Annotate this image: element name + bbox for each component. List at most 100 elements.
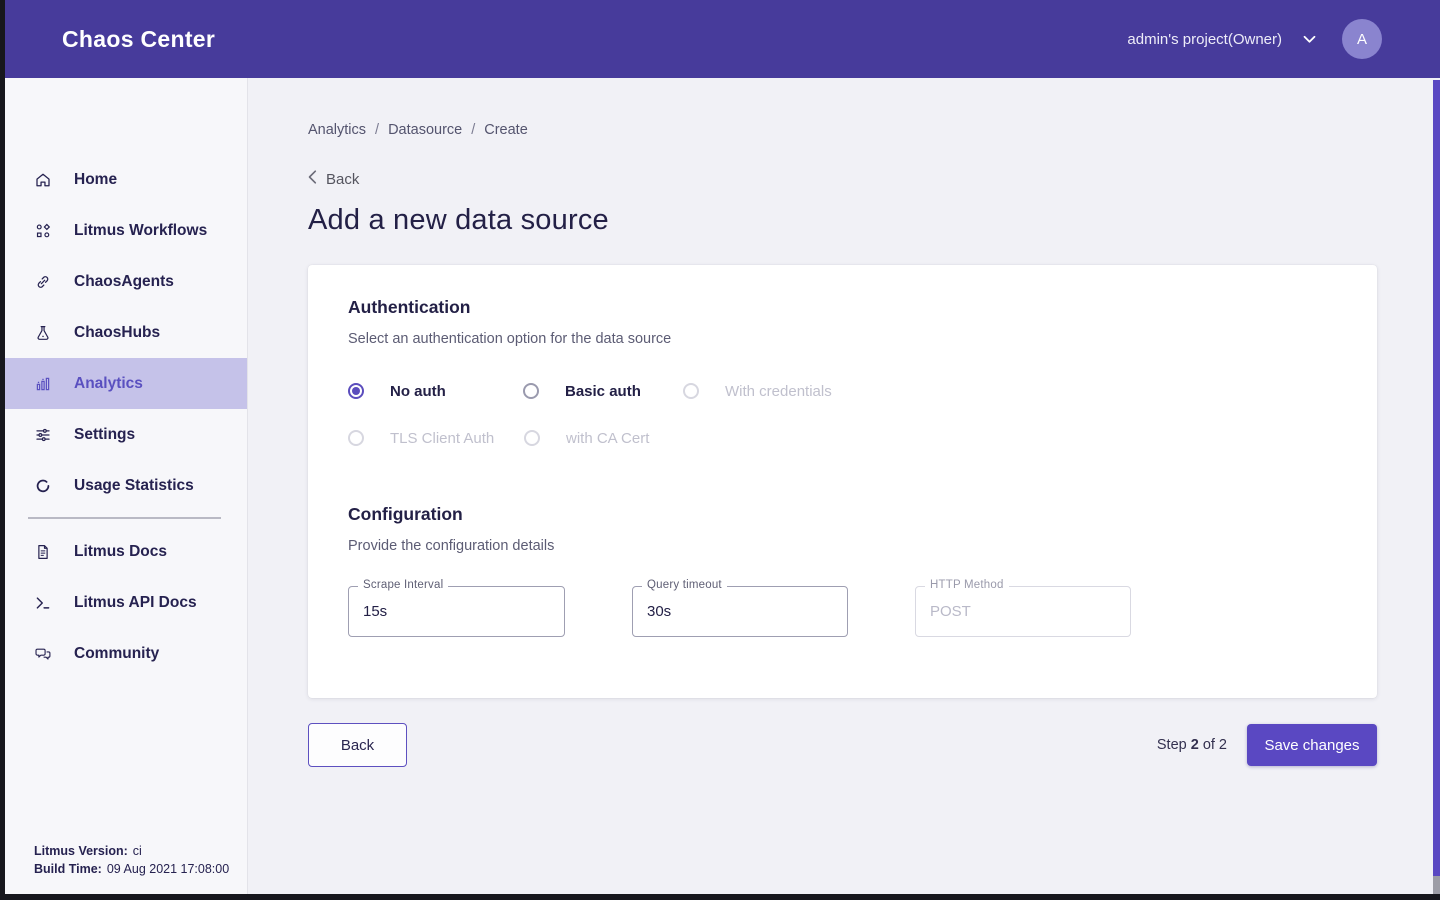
sidebar-item-label: Community — [74, 645, 159, 663]
sidebar-secondary-nav: Litmus Docs Litmus API Docs Community — [5, 526, 247, 679]
save-changes-button[interactable]: Save changes — [1247, 724, 1377, 766]
project-selector-label: admin's project(Owner) — [1127, 31, 1282, 48]
field-value: 15s — [363, 603, 387, 620]
usage-icon — [34, 477, 52, 495]
radio-icon — [348, 430, 364, 446]
sidebar-item-litmus-api-docs[interactable]: Litmus API Docs — [5, 577, 247, 628]
main-content: Analytics / Datasource / Create / Back A… — [248, 78, 1440, 894]
sidebar-item-settings[interactable]: Settings — [5, 409, 247, 460]
window-edge-left — [0, 0, 5, 900]
auth-option-label: with CA Cert — [566, 430, 649, 447]
config-field-query-timeout[interactable]: Query timeout 30s — [632, 586, 848, 637]
agents-icon — [34, 273, 52, 291]
auth-option-label: TLS Client Auth — [390, 430, 494, 447]
sidebar-item-label: Litmus Docs — [74, 543, 167, 561]
breadcrumb-link[interactable]: Datasource — [388, 122, 462, 138]
breadcrumb-link[interactable]: Analytics — [308, 122, 366, 138]
auth-options-row-1: No auth Basic auth With credentials — [348, 379, 1337, 403]
item: Analytics / — [308, 122, 379, 138]
authentication-subtitle: Select an authentication option for the … — [348, 331, 1337, 347]
scrollbar[interactable] — [1433, 80, 1440, 876]
sidebar-item-label: Litmus Workflows — [74, 222, 207, 240]
auth-option-with-credentials[interactable]: With credentials — [683, 383, 832, 400]
sidebar-item-chaoshubs[interactable]: ChaosHubs — [5, 307, 247, 358]
authentication-heading: Authentication — [348, 297, 1337, 318]
back-link-label: Back — [326, 171, 359, 188]
config-fields: Scrape Interval 15s Query timeout 30s HT… — [348, 586, 1337, 637]
field-label: HTTP Method — [925, 579, 1009, 591]
auth-option-no-auth[interactable]: No auth — [348, 383, 523, 400]
sidebar-item-label: Usage Statistics — [74, 477, 194, 495]
sidebar-item-label: ChaosAgents — [74, 273, 174, 291]
auth-option-basic-auth[interactable]: Basic auth — [523, 383, 683, 400]
auth-option-label: Basic auth — [565, 383, 641, 400]
datasource-form-card: Authentication Select an authentication … — [308, 265, 1377, 698]
workflows-icon — [34, 222, 52, 240]
step-indicator: Step 2 of 2 — [1157, 737, 1227, 753]
field-label: Scrape Interval — [358, 579, 448, 591]
radio-icon — [523, 383, 539, 399]
header-right: admin's project(Owner) A — [1127, 19, 1382, 59]
item: Datasource / — [388, 122, 475, 138]
radio-icon — [348, 383, 364, 399]
back-button[interactable]: Back — [308, 723, 407, 767]
sidebar-item-label: Settings — [74, 426, 135, 444]
breadcrumb-separator: / — [471, 122, 475, 138]
build-time: Build Time: 09 Aug 2021 17:08:00 — [34, 860, 229, 878]
configuration-subtitle: Provide the configuration details — [348, 538, 1337, 554]
breadcrumb-link[interactable]: Create — [484, 122, 528, 138]
sidebar-item-usage-statistics[interactable]: Usage Statistics — [5, 460, 247, 511]
radio-icon — [683, 383, 699, 399]
home-icon — [34, 171, 52, 189]
sidebar-primary-nav: Home Litmus Workflows ChaosAgents ChaosH… — [5, 154, 247, 511]
scrollbar-corner — [1433, 876, 1440, 894]
sidebar-item-litmus-docs[interactable]: Litmus Docs — [5, 526, 247, 577]
sidebar: Home Litmus Workflows ChaosAgents ChaosH… — [5, 78, 248, 894]
config-field-scrape-interval[interactable]: Scrape Interval 15s — [348, 586, 565, 637]
avatar[interactable]: A — [1342, 19, 1382, 59]
sidebar-item-community[interactable]: Community — [5, 628, 247, 679]
litmus-version-value: ci — [133, 842, 142, 860]
step-prefix: Step — [1157, 737, 1187, 753]
docs-icon — [34, 543, 52, 561]
app-title: Chaos Center — [62, 26, 215, 53]
radio-icon — [524, 430, 540, 446]
page-title: Add a new data source — [308, 204, 1440, 237]
sidebar-item-label: ChaosHubs — [74, 324, 160, 342]
build-time-value: 09 Aug 2021 17:08:00 — [107, 860, 229, 878]
app-header: Chaos Center admin's project(Owner) A — [0, 0, 1440, 78]
step-suffix: of 2 — [1203, 737, 1227, 753]
field-value: 30s — [647, 603, 671, 620]
breadcrumb: Analytics / Datasource / Create / — [308, 122, 1440, 138]
community-icon — [34, 645, 52, 663]
project-selector[interactable]: admin's project(Owner) — [1127, 31, 1316, 48]
chevron-left-icon — [308, 170, 317, 189]
version-info: Litmus Version: ci Build Time: 09 Aug 20… — [34, 842, 229, 878]
breadcrumb-separator: / — [375, 122, 379, 138]
hubs-icon — [34, 324, 52, 342]
configuration-heading: Configuration — [348, 504, 1337, 525]
back-link[interactable]: Back — [308, 170, 359, 189]
analytics-icon — [34, 375, 52, 393]
terminal-icon — [34, 594, 52, 612]
form-footer: Back Step 2 of 2 Save changes — [308, 723, 1377, 767]
sidebar-item-home[interactable]: Home — [5, 154, 247, 205]
chevron-down-icon — [1303, 35, 1316, 44]
step-current: 2 — [1191, 737, 1199, 753]
sidebar-item-litmus-workflows[interactable]: Litmus Workflows — [5, 205, 247, 256]
auth-options-row-2: TLS Client Auth with CA Cert — [348, 426, 1337, 450]
field-label: Query timeout — [642, 579, 727, 591]
sidebar-divider — [28, 517, 221, 519]
window-edge-bottom — [0, 894, 1440, 900]
sidebar-item-label: Litmus API Docs — [74, 594, 197, 612]
auth-option-tls-client-auth[interactable]: TLS Client Auth — [348, 430, 524, 447]
sidebar-item-analytics[interactable]: Analytics — [5, 358, 247, 409]
auth-option-with-ca-cert[interactable]: with CA Cert — [524, 430, 649, 447]
avatar-initial: A — [1357, 31, 1367, 48]
config-field-http-method[interactable]: HTTP Method POST — [915, 586, 1131, 637]
build-time-label: Build Time: — [34, 860, 102, 878]
sidebar-item-chaosagents[interactable]: ChaosAgents — [5, 256, 247, 307]
litmus-version-label: Litmus Version: — [34, 842, 128, 860]
item: Create / — [484, 122, 528, 138]
litmus-version: Litmus Version: ci — [34, 842, 229, 860]
